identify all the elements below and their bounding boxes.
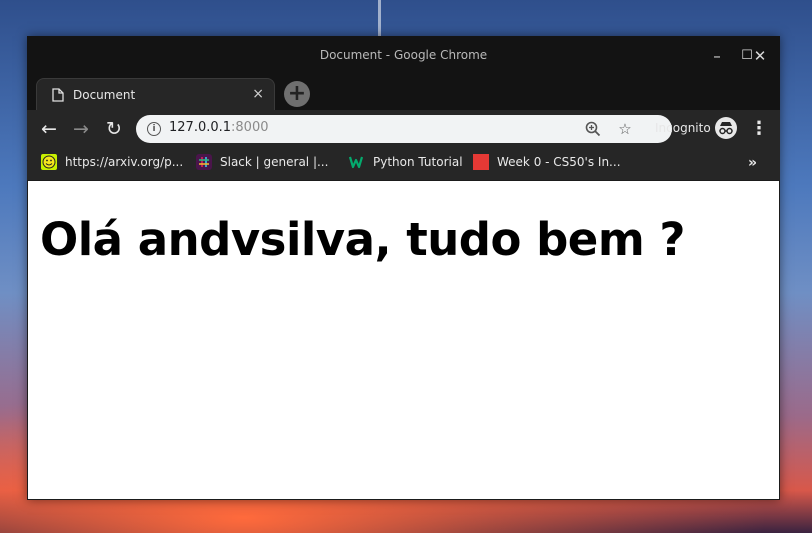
reload-button[interactable]: ↻ bbox=[101, 116, 127, 142]
menu-button[interactable]: ⋮ bbox=[750, 116, 768, 142]
browser-window: Document - Google Chrome – ☐ ✕ Document … bbox=[27, 36, 780, 500]
window-title: Document - Google Chrome bbox=[319, 48, 488, 62]
url-text[interactable]: 127.0.0.1:8000 bbox=[169, 120, 269, 135]
smiley-icon bbox=[41, 154, 57, 170]
bookmark-arxiv[interactable]: https://arxiv.org/p... bbox=[41, 154, 183, 174]
bookmark-python-tutorial[interactable]: Python Tutorial bbox=[348, 154, 463, 174]
incognito-icon[interactable] bbox=[715, 117, 737, 139]
red-square-icon bbox=[473, 154, 489, 170]
info-icon[interactable]: i bbox=[147, 122, 161, 136]
zoom-icon[interactable] bbox=[582, 118, 604, 140]
new-tab-button[interactable]: + bbox=[284, 81, 310, 107]
bookmark-label: https://arxiv.org/p... bbox=[65, 155, 184, 169]
back-button[interactable]: ← bbox=[36, 116, 62, 142]
bookmark-label: Week 0 - CS50's In... bbox=[497, 155, 621, 169]
bookmarks-bar: https://arxiv.org/p... Slack | general |… bbox=[27, 148, 780, 180]
page-content: Olá andvsilva, tudo bem ? bbox=[28, 181, 779, 499]
bookmark-cs50[interactable]: Week 0 - CS50's In... bbox=[473, 154, 621, 174]
desktop-light-beam bbox=[378, 0, 381, 36]
bookmarks-overflow-button[interactable]: » bbox=[748, 155, 757, 171]
tab-strip: Document × + bbox=[27, 76, 780, 110]
browser-toolbar: ← → ↻ i 127.0.0.1:8000 ☆ Incognito ⋮ bbox=[27, 110, 780, 148]
minimize-icon bbox=[701, 44, 731, 68]
url-port: :8000 bbox=[231, 120, 269, 135]
document-icon bbox=[52, 88, 64, 102]
bookmark-label: Python Tutorial bbox=[373, 155, 463, 169]
tab-document[interactable]: Document × bbox=[36, 78, 275, 110]
slack-icon bbox=[196, 154, 212, 170]
w3schools-icon bbox=[348, 154, 365, 170]
incognito-label: Incognito bbox=[655, 121, 711, 135]
bookmark-label: Slack | general |... bbox=[220, 155, 329, 169]
address-bar[interactable]: i 127.0.0.1:8000 ☆ bbox=[136, 115, 672, 143]
tab-close-icon[interactable]: × bbox=[252, 86, 264, 102]
tab-title: Document bbox=[73, 88, 136, 102]
page-heading: Olá andvsilva, tudo bem ? bbox=[40, 213, 686, 266]
url-host: 127.0.0.1 bbox=[169, 120, 232, 135]
bookmark-slack[interactable]: Slack | general |... bbox=[196, 154, 328, 174]
bookmark-star-icon[interactable]: ☆ bbox=[614, 118, 636, 140]
close-window-button[interactable]: ✕ bbox=[745, 44, 775, 68]
forward-button[interactable]: → bbox=[68, 116, 94, 142]
title-bar: Document - Google Chrome – ☐ ✕ bbox=[27, 36, 780, 76]
